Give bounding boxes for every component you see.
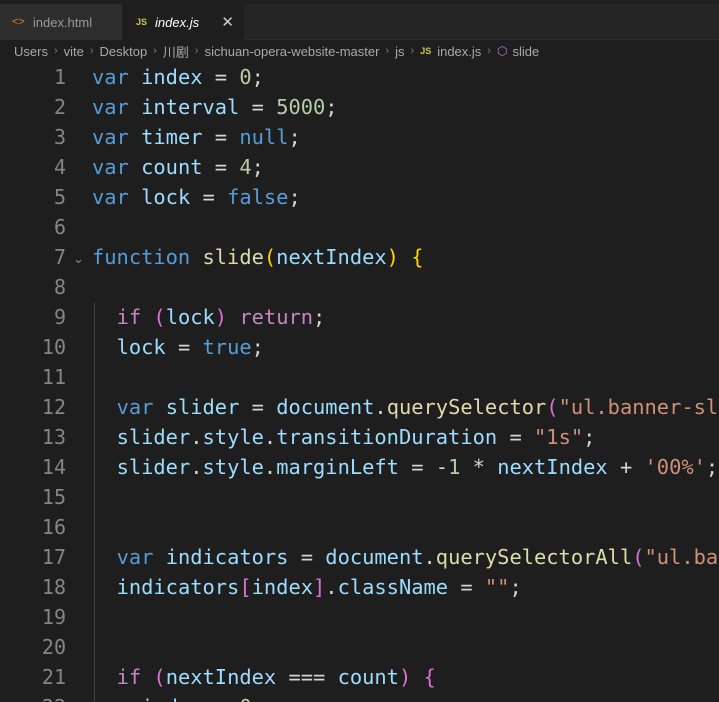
line-number: 21	[41, 665, 66, 689]
line-number: 17	[41, 545, 66, 569]
chevron-right-icon: ›	[385, 45, 390, 57]
code-line[interactable]: 10 lock = true;	[0, 332, 719, 362]
tab-index-html[interactable]: <> index.html	[0, 4, 122, 40]
close-icon[interactable]: ✕	[221, 13, 234, 31]
code-text: if (nextIndex === count) {	[116, 665, 436, 689]
code-line[interactable]: 5 var lock = false;	[0, 182, 719, 212]
code-line[interactable]: 19	[0, 602, 719, 632]
line-number: 4	[53, 155, 66, 179]
breadcrumb-item-file[interactable]: index.js	[437, 44, 481, 59]
code-line[interactable]: 6	[0, 212, 719, 242]
tab-label: index.html	[32, 14, 93, 30]
code-text: var count = 4;	[92, 155, 264, 179]
code-line[interactable]: 7 ⌄ function slide(nextIndex) {	[0, 242, 719, 272]
code-line[interactable]: 11	[0, 362, 719, 392]
line-number: 19	[41, 605, 66, 629]
code-text: index = 0;	[92, 692, 264, 702]
chevron-right-icon: ›	[410, 45, 415, 57]
line-number: 5	[53, 185, 66, 209]
tab-index-js[interactable]: JS index.js ✕	[122, 4, 244, 40]
code-line[interactable]: 15	[0, 482, 719, 512]
code-line[interactable]: 13 slider.style.transitionDuration = "1s…	[0, 422, 719, 452]
line-number: 11	[41, 365, 66, 389]
code-line[interactable]: 4 var count = 4;	[0, 152, 719, 182]
line-number: 7	[53, 245, 66, 269]
code-text: function slide(nextIndex) {	[92, 245, 424, 269]
line-number: 12	[41, 395, 66, 419]
code-line[interactable]: 21 if (nextIndex === count) {	[0, 662, 719, 692]
js-file-icon: JS	[420, 46, 432, 56]
code-line[interactable]: 20	[0, 632, 719, 662]
breadcrumb: Users › vite › Desktop › 川剧 › sichuan-op…	[0, 40, 719, 62]
line-number: 20	[41, 635, 66, 659]
code-line[interactable]: 3 var timer = null;	[0, 122, 719, 152]
line-number: 18	[41, 575, 66, 599]
code-text: var slider = document.querySelector("ul.…	[116, 395, 719, 419]
code-text: var timer = null;	[92, 125, 301, 149]
chevron-right-icon: ›	[53, 45, 58, 57]
line-number: 10	[41, 335, 66, 359]
code-text: var lock = false;	[92, 185, 301, 209]
code-line[interactable]: 9 if (lock) return;	[0, 302, 719, 332]
code-line[interactable]: 14 slider.style.marginLeft = -1 * nextIn…	[0, 452, 719, 482]
code-line[interactable]: 2 var interval = 5000;	[0, 92, 719, 122]
code-text: var index = 0;	[92, 65, 264, 89]
code-text: indicators[index].className = "";	[116, 575, 522, 599]
breadcrumb-item-users[interactable]: Users	[14, 44, 48, 59]
line-number: 13	[41, 425, 66, 449]
line-number: 6	[53, 215, 66, 239]
code-line[interactable]: 22 index = 0;	[0, 692, 719, 702]
breadcrumb-item-js[interactable]: js	[395, 44, 404, 59]
js-file-icon: JS	[136, 17, 148, 27]
line-number: 14	[41, 455, 66, 479]
code-line[interactable]: 17 var indicators = document.querySelect…	[0, 542, 719, 572]
chevron-right-icon: ›	[487, 45, 491, 57]
html-file-icon: <>	[12, 16, 25, 28]
line-number: 2	[53, 95, 66, 119]
fold-chevron-icon[interactable]: ⌄	[73, 244, 84, 274]
code-text: lock = true;	[116, 335, 264, 359]
line-number: 3	[53, 125, 66, 149]
line-number: 8	[53, 275, 66, 299]
code-line[interactable]: 16	[0, 512, 719, 542]
editor-tab-bar: <> index.html JS index.js ✕	[0, 0, 719, 40]
code-line[interactable]: 8	[0, 272, 719, 302]
line-number: 1	[53, 65, 66, 89]
code-text: slider.style.transitionDuration = "1s";	[116, 425, 596, 449]
chevron-right-icon: ›	[194, 45, 199, 57]
code-line[interactable]: 12 var slider = document.querySelector("…	[0, 392, 719, 422]
breadcrumb-item-folder[interactable]: 川剧	[163, 42, 189, 61]
code-text: var interval = 5000;	[92, 95, 338, 119]
line-number: 9	[53, 305, 66, 329]
symbol-method-icon: ⬡	[496, 44, 508, 58]
chevron-right-icon: ›	[89, 45, 94, 57]
code-editor[interactable]: 1 var index = 0; 2 var interval = 5000; 3 var…	[0, 62, 719, 702]
breadcrumb-item-vite[interactable]: vite	[64, 44, 84, 59]
code-line[interactable]: 1 var index = 0;	[0, 62, 719, 92]
code-text: if (lock) return;	[116, 305, 326, 329]
line-number: 16	[41, 515, 66, 539]
breadcrumb-item-symbol[interactable]: slide	[512, 44, 539, 59]
breadcrumb-item-project[interactable]: sichuan-opera-website-master	[205, 44, 380, 59]
tab-label: index.js	[155, 14, 200, 30]
line-number: 15	[41, 485, 66, 509]
code-text: slider.style.marginLeft = -1 * nextIndex…	[116, 455, 719, 479]
breadcrumb-item-desktop[interactable]: Desktop	[100, 44, 148, 59]
line-number: 22	[0, 692, 66, 702]
code-text: var indicators = document.querySelectorA…	[116, 545, 719, 569]
chevron-right-icon: ›	[153, 45, 157, 57]
code-line[interactable]: 18 indicators[index].className = "";	[0, 572, 719, 602]
